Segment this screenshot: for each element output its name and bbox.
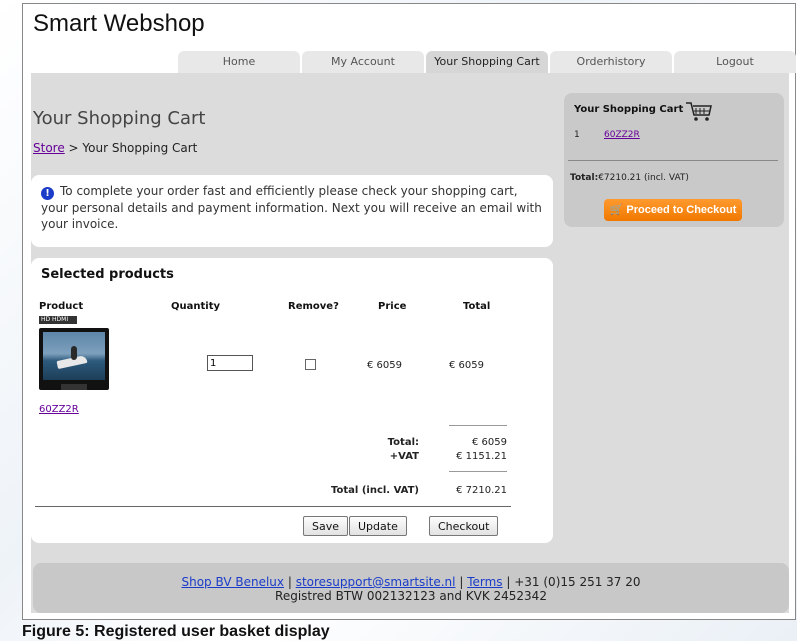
footer-terms-link[interactable]: Terms [467,575,502,589]
site-title: Smart Webshop [33,10,205,37]
products-panel: Selected products Product Quantity Remov… [31,258,553,543]
update-button[interactable]: Update [349,516,407,536]
main-nav-tabs: Home My Account Your Shopping Cart Order… [178,51,796,73]
mini-cart-item-link[interactable]: 60ZZ2R [604,130,640,140]
tab-shopping-cart[interactable]: Your Shopping Cart [426,51,548,73]
subtotal-label: Total: [387,437,419,448]
breadcrumb: Store > Your Shopping Cart [33,141,197,155]
tab-home[interactable]: Home [178,51,300,73]
info-text: To complete your order fast and efficien… [41,184,542,231]
tab-my-account[interactable]: My Account [302,51,424,73]
buttons-divider [35,506,511,507]
quantity-input[interactable] [207,355,253,371]
footer: Shop BV Benelux | storesupport@smartsite… [33,563,789,613]
footer-shop-link[interactable]: Shop BV Benelux [181,575,284,589]
mini-cart-total: Total:€7210.21 (incl. VAT) [570,173,689,183]
footer-line-2: Registred BTW 002132123 and KVK 2452342 [275,589,547,603]
col-header-product: Product [39,301,84,312]
cart-small-icon: 🛒 [609,204,624,216]
col-header-price: Price [378,301,407,312]
totals-divider-bottom [449,471,507,472]
mini-cart-total-label: Total: [570,173,599,183]
vat-label: +VAT [389,451,419,462]
rider-shape [71,346,77,360]
product-image[interactable] [39,328,109,390]
footer-phone: | +31 (0)15 251 37 20 [506,575,641,589]
browser-frame: Smart Webshop Home My Account Your Shopp… [22,3,796,620]
hd-hdmi-badge: HD HDMI [39,316,77,324]
col-header-quantity: Quantity [171,301,220,312]
footer-email-link[interactable]: storesupport@smartsite.nl [296,575,456,589]
footer-separator: | [287,575,292,589]
info-icon: ! [41,187,54,200]
tab-orderhistory[interactable]: Orderhistory [550,51,672,73]
shopping-cart-icon [686,102,712,121]
products-title: Selected products [41,267,174,282]
mini-cart-item-count: 1 [574,130,580,140]
mini-cart-title: Your Shopping Cart [574,104,684,115]
figure-caption: Figure 5: Registered user basket display [22,623,330,640]
subtotal-value: € 6059 [472,437,507,448]
col-header-remove: Remove? [288,301,339,312]
mini-cart-total-value: €7210.21 (incl. VAT) [598,173,689,183]
breadcrumb-current: > Your Shopping Cart [64,141,198,155]
footer-separator: | [459,575,464,589]
page-title: Your Shopping Cart [33,108,206,129]
tv-stand [61,384,87,390]
footer-line-1: Shop BV Benelux | storesupport@smartsite… [33,575,789,589]
checkout-button[interactable]: Checkout [429,516,499,536]
tv-screen [43,332,105,380]
info-box: ! To complete your order fast and efficie… [31,175,553,247]
grand-total-value: € 7210.21 [456,485,507,496]
save-button[interactable]: Save [303,516,349,536]
breadcrumb-store-link[interactable]: Store [33,141,65,155]
item-total: € 6059 [449,360,484,371]
mini-cart-sidebar: Your Shopping Cart 1 60ZZ2R Total:€7210.… [564,93,784,227]
totals-divider-top [449,425,507,426]
grand-total-label: Total (incl. VAT) [331,485,419,496]
item-price: € 6059 [367,360,402,371]
product-link[interactable]: 60ZZ2R [39,404,79,415]
vat-value: € 1151.21 [456,451,507,462]
remove-checkbox[interactable] [305,359,316,370]
col-header-total: Total [463,301,491,312]
proceed-to-checkout-button[interactable]: 🛒 Proceed to Checkout [604,199,742,221]
mini-cart-divider [568,160,778,161]
tab-logout[interactable]: Logout [674,51,796,73]
proceed-to-checkout-label: Proceed to Checkout [626,204,737,216]
